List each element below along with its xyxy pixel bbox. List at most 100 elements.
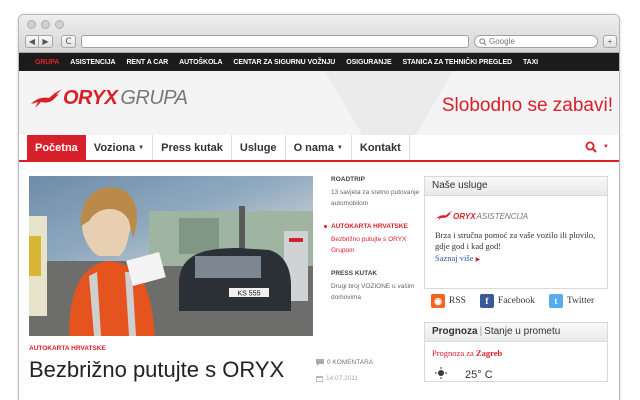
- prognoza-location-prefix: Prognoza za: [432, 348, 474, 358]
- history-buttons: ◀ ▶: [25, 35, 53, 48]
- facebook-icon: f: [479, 294, 494, 308]
- zoom-window-button[interactable]: [55, 20, 64, 29]
- nav-usluge[interactable]: Usluge: [232, 135, 286, 160]
- side-article-category: PRESS KUTAK: [331, 270, 378, 277]
- forward-button[interactable]: ▶: [39, 35, 53, 48]
- article-comments[interactable]: 0 KOMENTARA: [316, 359, 373, 366]
- browser-chrome: ◀ ▶ C +: [19, 15, 619, 53]
- rss-icon: ◉: [431, 294, 445, 308]
- nav-kontakt[interactable]: Kontakt: [352, 135, 410, 160]
- asistencija-logo-sub: ASISTENCIJA: [476, 211, 529, 221]
- nav-voziona-label: Voziona: [93, 141, 136, 154]
- topmenu-stanica-tehnicki-pregled[interactable]: STANICA ZA TEHNIČKI PREGLED: [403, 59, 513, 66]
- facebook-label: Facebook: [497, 296, 535, 306]
- tab-separator: |: [479, 326, 483, 337]
- topmenu-rent-a-car[interactable]: RENT A CAR: [126, 59, 168, 66]
- minimize-window-button[interactable]: [41, 20, 50, 29]
- nase-usluge-box: Naše usluge ORYX ASISTENCIJA Brza i stru…: [424, 176, 608, 289]
- chevron-down-icon: ▼: [138, 144, 145, 151]
- prognoza-box: Prognoza | Stanje u prometu Prognoza za Za…: [424, 322, 608, 382]
- tab-stanje-u-prometu[interactable]: Stanje u prometu: [484, 326, 560, 337]
- site-header: ORYX GRUPA Slobodno se zabavi!: [19, 71, 619, 135]
- hero-illustration: KS 555: [29, 187, 313, 336]
- topmenu-grupa[interactable]: GRUPA: [35, 59, 59, 66]
- tab-prognoza[interactable]: Prognoza: [432, 326, 478, 337]
- logo-grupa-text: GRUPA: [120, 87, 188, 109]
- side-article-press[interactable]: PRESS KUTAK Drugi broj VOZIONE u vašim d…: [331, 270, 421, 303]
- prognoza-location: Prognoza za Zagreb: [425, 342, 607, 358]
- prognoza-city[interactable]: Zagreb: [476, 348, 502, 358]
- article-date-label: 14.07.2011: [326, 375, 359, 382]
- nase-usluge-body: ORYX ASISTENCIJA Brza i stručna pomoć za…: [425, 196, 607, 269]
- main-navigation: Početna Voziona ▼ Press kutak Usluge O na…: [19, 135, 619, 162]
- social-links: ◉ RSS f Facebook t Twitter: [431, 294, 594, 308]
- chevron-down-icon: ▼: [336, 144, 343, 151]
- license-plate: KS 555: [238, 291, 261, 298]
- nav-press-kutak-label: Press kutak: [161, 141, 223, 154]
- saznaj-vise-link[interactable]: Saznaj više ▶: [435, 253, 597, 263]
- prognoza-tabs: Prognoza | Stanje u prometu: [425, 323, 607, 342]
- side-article-category: AUTOKARTA HRVATSKE: [331, 223, 408, 230]
- arrow-right-icon: ▶: [475, 257, 481, 263]
- topmenu-centar-sigurnu-voznju[interactable]: CENTAR ZA SIGURNU VOŽNJU: [233, 59, 335, 66]
- browser-search-input[interactable]: [489, 37, 569, 46]
- side-article-text: 13 savjeta za sretno putovanje automobil…: [331, 189, 420, 207]
- browser-window: ◀ ▶ C + GRUPA ASISTENCIJA RENT A CAR AUT…: [18, 14, 620, 400]
- reload-button[interactable]: C: [61, 35, 76, 48]
- article-comments-label: 0 KOMENTARA: [327, 359, 374, 366]
- nav-o-nama[interactable]: O nama ▼: [286, 135, 352, 160]
- featured-image[interactable]: KS 555: [29, 176, 313, 336]
- back-button[interactable]: ◀: [25, 35, 39, 48]
- search-icon: [585, 141, 597, 153]
- weather-sun-icon: [435, 367, 447, 379]
- topmenu-autoskola[interactable]: AUTOŠKOLA: [179, 59, 222, 66]
- chevron-down-icon: ▼: [603, 144, 609, 150]
- oryx-antelope-icon: [31, 88, 62, 108]
- side-article-roadtrip[interactable]: ROADTRIP 13 savjeta za sretno putovanje …: [331, 176, 421, 209]
- twitter-icon: t: [548, 294, 563, 308]
- side-article-autokarta[interactable]: AUTOKARTA HRVATSKE Bezbrižno putujte s O…: [324, 223, 421, 256]
- oryx-antelope-icon: [436, 210, 453, 221]
- twitter-link[interactable]: t Twitter: [548, 294, 595, 308]
- header-slogan: Slobodno se zabavi!: [441, 95, 613, 116]
- nav-pocetna[interactable]: Početna: [27, 135, 86, 160]
- saznaj-vise-label: Saznaj više: [435, 253, 474, 263]
- side-article-text: Drugi broj VOZIONE u vašim domovima: [331, 283, 415, 301]
- group-top-menu: GRUPA ASISTENCIJA RENT A CAR AUTOŠKOLA C…: [19, 53, 619, 71]
- rss-label: RSS: [449, 296, 466, 306]
- site-search-toggle[interactable]: ▼: [585, 141, 609, 153]
- asistencija-logo-main: ORYX: [453, 211, 476, 221]
- topmenu-osiguranje[interactable]: OSIGURANJE: [346, 59, 391, 66]
- comment-icon: [316, 359, 324, 366]
- nav-voziona[interactable]: Voziona ▼: [86, 135, 154, 160]
- search-icon: [479, 37, 487, 46]
- topmenu-asistencija[interactable]: ASISTENCIJA: [70, 59, 115, 66]
- rss-link[interactable]: ◉ RSS: [431, 294, 466, 308]
- nase-usluge-heading: Naše usluge: [425, 177, 607, 196]
- article-category[interactable]: AUTOKARTA HRVATSKE: [29, 345, 106, 352]
- prognoza-temperature: 25° C: [465, 369, 493, 381]
- facebook-link[interactable]: f Facebook: [479, 294, 535, 308]
- oryx-asistencija-logo[interactable]: ORYX ASISTENCIJA: [435, 210, 597, 222]
- article-title[interactable]: Bezbrižno putujte s ORYX: [29, 357, 284, 383]
- close-window-button[interactable]: [27, 20, 36, 29]
- nav-press-kutak[interactable]: Press kutak: [153, 135, 232, 160]
- topmenu-taxi[interactable]: TAXI: [523, 59, 538, 66]
- side-article-category: ROADTRIP: [331, 176, 365, 183]
- nav-pocetna-label: Početna: [35, 141, 78, 154]
- twitter-label: Twitter: [566, 296, 595, 306]
- nav-kontakt-label: Kontakt: [359, 141, 401, 154]
- nav-o-nama-label: O nama: [293, 141, 334, 154]
- calendar-icon: [316, 376, 323, 382]
- browser-search-box[interactable]: [474, 35, 598, 48]
- header-decoration: [319, 71, 459, 135]
- window-controls: [27, 20, 64, 29]
- article-date: 14.07.2011: [316, 375, 358, 382]
- oryx-grupa-logo[interactable]: ORYX GRUPA: [29, 87, 188, 110]
- logo-oryx-text: ORYX: [63, 87, 118, 109]
- side-articles: ROADTRIP 13 savjeta za sretno putovanje …: [324, 176, 421, 317]
- add-bookmark-button[interactable]: +: [603, 35, 617, 48]
- nav-usluge-label: Usluge: [239, 141, 277, 154]
- address-bar[interactable]: [81, 35, 469, 48]
- side-article-text: Bezbrižno putujte s ORYX Grupom: [331, 236, 407, 254]
